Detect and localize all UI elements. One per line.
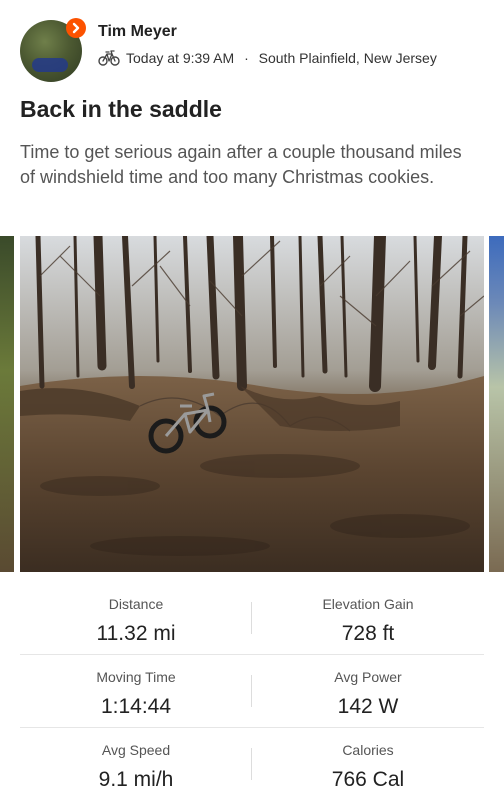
activity-location: South Plainfield, New Jersey (258, 50, 437, 66)
activity-photo[interactable] (20, 236, 484, 572)
activity-timestamp: Today at 9:39 AM (126, 50, 235, 66)
stat-value: 11.32 mi (96, 622, 176, 645)
stat-label: Avg Speed (101, 742, 171, 758)
meta-separator: · (240, 50, 253, 66)
stat-row: Distance 11.32 mi Elevation Gain 728 ft (20, 582, 484, 655)
avatar-photo-detail (32, 58, 68, 72)
stat-avg-speed: Avg Speed 9.1 mi/h (20, 728, 252, 800)
stat-avg-power: Avg Power 142 W (252, 655, 484, 727)
forest-bike-scene (20, 236, 484, 572)
stat-elevation-gain: Elevation Gain 728 ft (252, 582, 484, 654)
activity-meta: Today at 9:39 AM · South Plainfield, New… (98, 50, 437, 66)
bicycle-icon (98, 50, 120, 66)
photo-carousel[interactable] (0, 236, 504, 572)
activity-title[interactable]: Back in the saddle (20, 96, 222, 123)
previous-photo[interactable] (0, 236, 14, 572)
next-photo[interactable] (489, 236, 504, 572)
stat-value: 728 ft (341, 622, 395, 645)
strava-chevron-icon (66, 18, 86, 38)
stat-value: 766 Cal (331, 768, 405, 791)
stat-value: 9.1 mi/h (98, 768, 174, 791)
stat-label: Calories (342, 742, 394, 758)
stat-calories: Calories 766 Cal (252, 728, 484, 800)
stat-row: Avg Speed 9.1 mi/h Calories 766 Cal (20, 728, 484, 800)
stat-label: Elevation Gain (322, 596, 414, 612)
activity-card: Tim Meyer Today at 9:39 AM · South Plain… (0, 0, 504, 800)
stat-label: Avg Power (334, 669, 402, 685)
stat-label: Moving Time (96, 669, 176, 685)
stat-distance: Distance 11.32 mi (20, 582, 252, 654)
stat-label: Distance (108, 596, 164, 612)
stat-row: Moving Time 1:14:44 Avg Power 142 W (20, 655, 484, 728)
activity-stats: Distance 11.32 mi Elevation Gain 728 ft … (20, 582, 484, 800)
athlete-name[interactable]: Tim Meyer (98, 23, 177, 41)
stat-moving-time: Moving Time 1:14:44 (20, 655, 252, 727)
activity-description: Time to get serious again after a couple… (20, 142, 462, 187)
stat-value: 142 W (337, 695, 399, 718)
activity-header: Tim Meyer Today at 9:39 AM · South Plain… (20, 18, 490, 84)
stat-value: 1:14:44 (100, 695, 172, 718)
